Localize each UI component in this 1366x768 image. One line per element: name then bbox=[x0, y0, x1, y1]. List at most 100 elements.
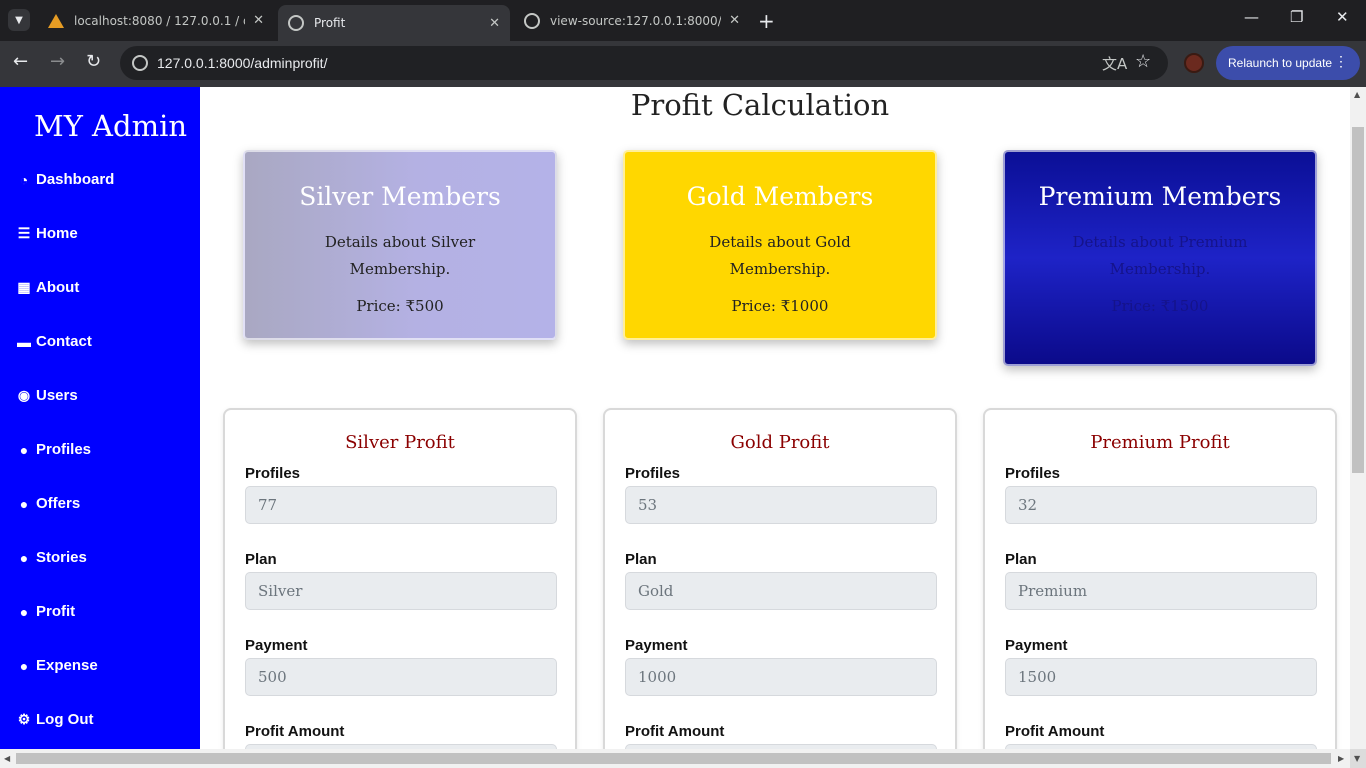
sidebar: MY Admin ◔ Dashboard ☰ Home ▦ About ▬ Co… bbox=[0, 87, 200, 749]
scroll-right-icon[interactable]: ▶ bbox=[1338, 754, 1344, 763]
sidebar-item-about[interactable]: ▦ About bbox=[15, 279, 79, 296]
profiles-field[interactable] bbox=[1005, 486, 1317, 524]
folder-icon: ▬ bbox=[17, 333, 31, 350]
vertical-scroll-thumb[interactable] bbox=[1352, 127, 1364, 473]
profiles-label: Profiles bbox=[625, 465, 681, 482]
browser-toolbar: ← → ↻ 127.0.0.1:8000/adminprofit/ 文A ☆ R… bbox=[0, 41, 1366, 87]
horizontal-scroll-thumb[interactable] bbox=[16, 753, 1331, 764]
profit-amount-label: Profit Amount bbox=[245, 723, 345, 740]
sidebar-item-label: Profit bbox=[36, 603, 76, 620]
sidebar-item-home[interactable]: ☰ Home bbox=[15, 225, 78, 242]
minimize-icon[interactable]: — bbox=[1244, 8, 1259, 26]
user-icon: ● bbox=[19, 441, 29, 458]
gears-icon: ⚙ bbox=[17, 711, 31, 727]
address-bar[interactable]: 127.0.0.1:8000/adminprofit/ 文A ☆ bbox=[120, 46, 1168, 80]
sidebar-item-label: Stories bbox=[36, 549, 87, 566]
sidebar-item-dashboard[interactable]: ◔ Dashboard bbox=[15, 171, 115, 188]
sidebar-item-expense[interactable]: ● Expense bbox=[15, 657, 98, 674]
plan-field[interactable] bbox=[1005, 572, 1317, 610]
sidebar-item-profit[interactable]: ● Profit bbox=[15, 603, 75, 620]
sidebar-item-label: Contact bbox=[36, 333, 92, 350]
card-title: Silver Members bbox=[299, 182, 501, 211]
profit-card-title: Premium Profit bbox=[1090, 432, 1230, 453]
sidebar-item-label: Offers bbox=[36, 495, 81, 512]
list-icon: ☰ bbox=[17, 225, 31, 241]
scroll-up-icon[interactable]: ▲ bbox=[1354, 90, 1360, 99]
gold-member-card: Gold Members Details about Gold Membersh… bbox=[623, 150, 937, 340]
brand-title: MY Admin bbox=[34, 109, 188, 143]
restore-icon[interactable]: ❐ bbox=[1290, 8, 1303, 26]
profit-card-title: Silver Profit bbox=[345, 432, 455, 453]
vertical-scrollbar[interactable]: ▲ bbox=[1350, 87, 1366, 749]
sidebar-item-label: About bbox=[36, 279, 80, 296]
close-icon[interactable]: ✕ bbox=[253, 13, 264, 28]
card-title: Premium Members bbox=[1038, 182, 1282, 211]
horizontal-scrollbar[interactable]: ◀ ▶ bbox=[0, 749, 1350, 768]
payment-label: Payment bbox=[245, 637, 308, 654]
reload-icon[interactable]: ↻ bbox=[86, 51, 101, 72]
user-circle-icon: ◉ bbox=[17, 387, 31, 403]
sidebar-item-label: Log Out bbox=[36, 711, 94, 728]
sidebar-item-label: Home bbox=[36, 225, 78, 242]
tab-view-source[interactable]: view-source:127.0.0.1:8000/read ✕ bbox=[514, 5, 750, 36]
payment-field[interactable] bbox=[1005, 658, 1317, 696]
url-text[interactable]: 127.0.0.1:8000/adminprofit/ bbox=[157, 55, 327, 71]
browser-tab-strip: ▼ localhost:8080 / 127.0.0.1 / db / ✕ Pr… bbox=[0, 0, 1366, 41]
profit-card-title: Gold Profit bbox=[730, 432, 830, 453]
back-icon[interactable]: ← bbox=[13, 51, 28, 72]
tab-phpmyadmin[interactable]: localhost:8080 / 127.0.0.1 / db / ✕ bbox=[38, 5, 274, 36]
relaunch-label: Relaunch to update bbox=[1228, 56, 1333, 70]
card-description: Details about Silver Membership. bbox=[324, 233, 476, 278]
scroll-left-icon[interactable]: ◀ bbox=[4, 754, 10, 763]
tab-title: localhost:8080 / 127.0.0.1 / db / bbox=[74, 13, 245, 28]
profiles-label: Profiles bbox=[1005, 465, 1061, 482]
scroll-corner: ▼ bbox=[1350, 749, 1366, 768]
sidebar-item-label: Profiles bbox=[36, 441, 92, 458]
profiles-field[interactable] bbox=[245, 486, 557, 524]
card-price: Price: ₹500 bbox=[356, 297, 444, 315]
plan-field[interactable] bbox=[245, 572, 557, 610]
gold-profit-card: Gold Profit Profiles Plan Payment Profit… bbox=[603, 408, 957, 749]
profile-avatar[interactable] bbox=[1184, 53, 1204, 73]
sidebar-item-label: Users bbox=[36, 387, 78, 404]
premium-member-card: Premium Members Details about Premium Me… bbox=[1003, 150, 1317, 366]
tab-title: Profit bbox=[314, 16, 346, 30]
relaunch-button[interactable]: Relaunch to update ⋮ bbox=[1216, 46, 1360, 80]
scroll-down-icon[interactable]: ▼ bbox=[1354, 754, 1360, 763]
more-menu-icon[interactable]: ⋮ bbox=[1334, 53, 1348, 70]
phpmyadmin-icon bbox=[48, 13, 64, 28]
sidebar-item-contact[interactable]: ▬ Contact bbox=[15, 333, 92, 350]
sidebar-item-stories[interactable]: ● Stories bbox=[15, 549, 87, 566]
bookmark-star-icon[interactable]: ☆ bbox=[1135, 51, 1151, 72]
user-icon: ● bbox=[19, 549, 29, 566]
profit-amount-label: Profit Amount bbox=[1005, 723, 1105, 740]
translate-icon[interactable]: 文A bbox=[1102, 53, 1127, 74]
close-window-icon[interactable]: ✕ bbox=[1336, 8, 1349, 26]
tab-profit[interactable]: Profit ✕ bbox=[278, 5, 510, 41]
tab-search-button[interactable]: ▼ bbox=[8, 9, 30, 31]
new-tab-icon[interactable]: + bbox=[758, 9, 775, 33]
card-title: Gold Members bbox=[686, 182, 874, 211]
sidebar-item-profiles[interactable]: ● Profiles bbox=[15, 441, 91, 458]
silver-member-card: Silver Members Details about Silver Memb… bbox=[243, 150, 557, 340]
user-icon: ● bbox=[19, 657, 29, 674]
close-icon[interactable]: ✕ bbox=[489, 16, 500, 31]
site-info-icon[interactable] bbox=[132, 55, 148, 71]
sidebar-item-offers[interactable]: ● Offers bbox=[15, 495, 80, 512]
profiles-label: Profiles bbox=[245, 465, 301, 482]
payment-field[interactable] bbox=[625, 658, 937, 696]
user-icon: ● bbox=[19, 495, 29, 512]
plan-label: Plan bbox=[1005, 551, 1037, 568]
close-icon[interactable]: ✕ bbox=[729, 13, 740, 28]
sidebar-item-users[interactable]: ◉ Users bbox=[15, 387, 78, 404]
forward-icon[interactable]: → bbox=[50, 51, 65, 72]
plan-field[interactable] bbox=[625, 572, 937, 610]
card-price: Price: ₹1500 bbox=[1111, 297, 1209, 315]
tab-title: view-source:127.0.0.1:8000/read bbox=[550, 13, 722, 28]
plan-label: Plan bbox=[245, 551, 277, 568]
payment-field[interactable] bbox=[245, 658, 557, 696]
sidebar-item-logout[interactable]: ⚙ Log Out bbox=[15, 711, 94, 728]
profiles-field[interactable] bbox=[625, 486, 937, 524]
sidebar-item-label: Expense bbox=[36, 657, 98, 674]
sidebar-item-label: Dashboard bbox=[36, 171, 115, 188]
